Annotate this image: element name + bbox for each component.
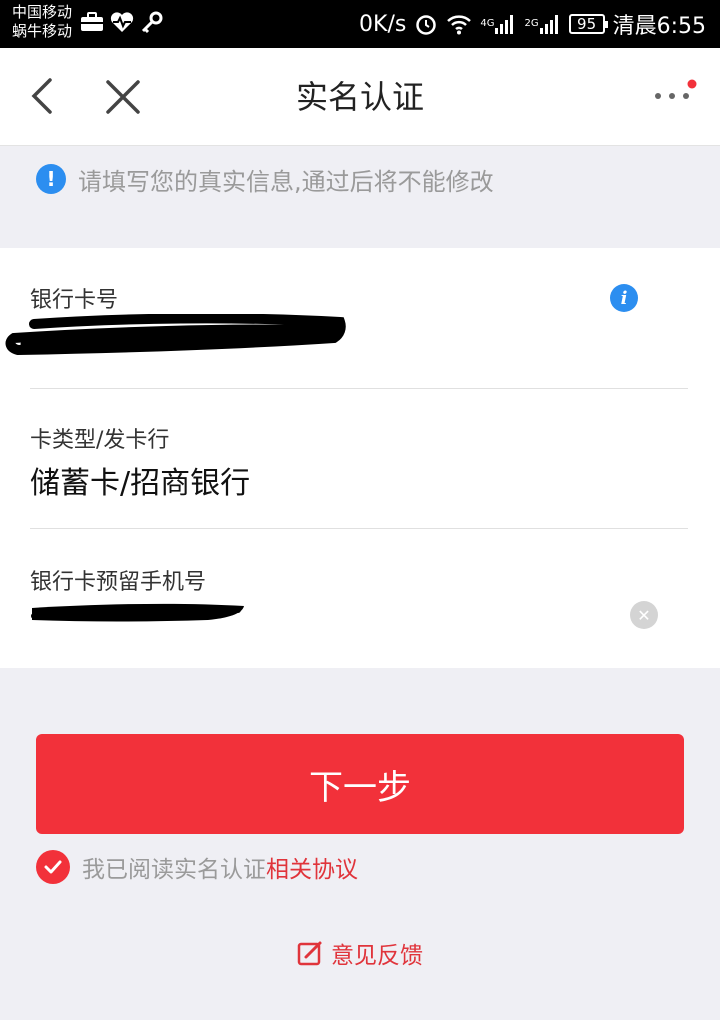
nav-bar: 实名认证 [0,48,720,146]
redacted-phone-number [31,603,244,622]
feedback-label: 意见反馈 [331,943,423,969]
agreement-row: 我已阅读实名认证 相关协议 [36,850,358,884]
status-notification-icons [80,10,164,34]
phone-label: 银行卡预留手机号 [30,570,207,595]
more-dots-icon[interactable] [650,76,698,116]
exclamation-info-icon: ! [36,164,66,194]
card-number-field[interactable]: 银行卡号 [30,282,688,314]
heart-rate-icon [110,11,134,33]
battery-indicator: 95 [568,14,608,34]
status-right: 0K/s 4G 2G 95 清晨6:55 [359,8,706,40]
divider [30,528,688,529]
clear-input-icon[interactable]: ✕ [630,601,658,629]
carrier-names: 中国移动 蜗牛移动 [12,3,72,41]
feedback-link[interactable]: 意见反馈 [0,936,720,970]
page-title: 实名认证 [295,78,424,116]
signal-4g-icon: 4G [480,13,516,35]
agreement-text: 我已阅读实名认证 [82,857,266,883]
form-card: 银行卡号 i 卡类型/发卡行 储蓄卡/招商银行 银行卡预留手机号 ✕ [0,248,720,668]
card-number-label: 银行卡号 [30,288,119,313]
briefcase-icon [80,12,104,32]
key-icon [140,10,164,34]
next-step-button[interactable]: 下一步 [36,734,684,834]
info-icon[interactable]: i [610,284,638,312]
checkmark-icon[interactable] [36,850,70,884]
card-type-value: 储蓄卡/招商银行 [30,466,251,501]
phone-field[interactable]: 银行卡预留手机号 [30,564,688,596]
notice-text: 请填写您的真实信息,通过后将不能修改 [78,168,494,196]
clock: 清晨6:55 [612,14,706,39]
wifi-icon [446,13,472,35]
network-speed: 0K/s [359,11,407,37]
edit-icon [297,940,323,966]
divider [30,388,688,389]
carrier-line-2: 蜗牛移动 [12,22,73,40]
agreement-link[interactable]: 相关协议 [266,850,358,884]
signal-2g-icon: 2G [524,13,560,35]
carrier-line-1: 中国移动 [12,3,73,21]
status-bar: 中国移动 蜗牛移动 0K/s 4G 2G 95 清晨6:55 [0,0,720,48]
card-type-label: 卡类型/发卡行 [30,428,170,453]
redacted-card-number [5,314,346,356]
notice-banner: ! 请填写您的真实信息,通过后将不能修改 [0,146,720,248]
card-type-field: 卡类型/发卡行 储蓄卡/招商银行 [30,422,688,502]
alarm-icon [414,12,438,36]
